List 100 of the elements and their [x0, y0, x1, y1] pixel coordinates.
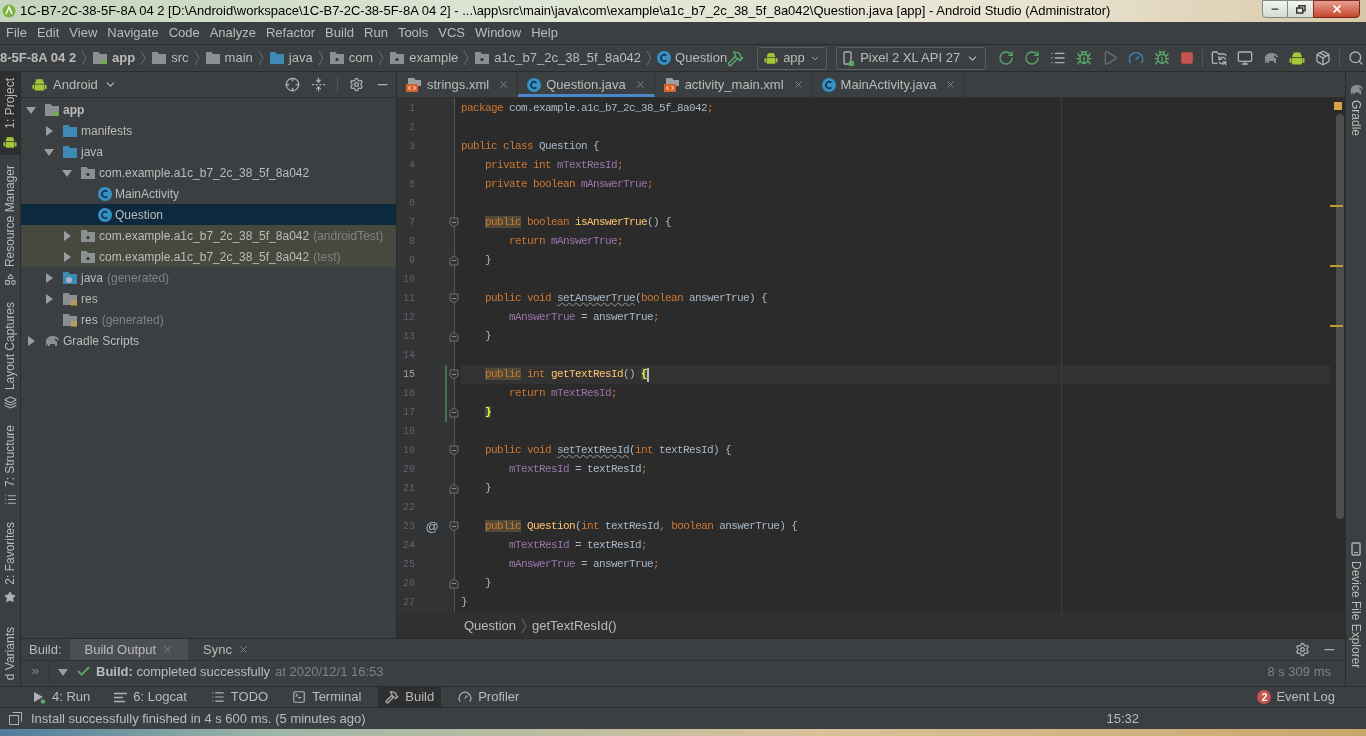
- collapsed-arrow-icon[interactable]: [62, 230, 72, 241]
- breadcrumb-item[interactable]: a1c_b7_2c_38_5f_8a042: [474, 48, 642, 68]
- gauge-icon[interactable]: [1128, 50, 1145, 66]
- stop-icon[interactable]: [1180, 51, 1195, 65]
- folder-sync-icon[interactable]: [1211, 50, 1228, 66]
- menu-item[interactable]: File: [1, 22, 32, 44]
- android-icon[interactable]: [1289, 50, 1306, 66]
- search-icon[interactable]: [1348, 50, 1365, 66]
- apply-changes-icon[interactable]: [1024, 50, 1041, 66]
- tree-item[interactable]: manifests: [21, 120, 396, 141]
- change-marker[interactable]: [445, 403, 447, 422]
- fold-end-icon[interactable]: [449, 578, 459, 589]
- tool-window-tab[interactable]: 1: Project: [0, 72, 20, 155]
- breadcrumb-item[interactable]: 8-5F-8A 04 2: [0, 48, 77, 68]
- crosshair-icon[interactable]: [285, 77, 300, 92]
- collapse-icon[interactable]: [311, 77, 326, 92]
- fold-start-icon[interactable]: [449, 445, 459, 456]
- close-icon[interactable]: [498, 79, 510, 90]
- menu-item[interactable]: VCS: [433, 22, 470, 44]
- tool-window-button[interactable]: 6: Logcat: [107, 687, 194, 707]
- menu-item[interactable]: Analyze: [204, 22, 261, 44]
- panel-tab[interactable]: Sync: [188, 639, 264, 660]
- device-dropdown[interactable]: Pixel 2 XL API 27: [836, 46, 987, 70]
- double-chevron-icon[interactable]: [29, 666, 41, 677]
- fold-start-icon[interactable]: [449, 369, 459, 380]
- collapsed-arrow-icon[interactable]: [62, 251, 72, 262]
- expanded-arrow-icon[interactable]: [62, 167, 72, 178]
- collapsed-arrow-icon[interactable]: [44, 272, 54, 283]
- expanded-arrow-icon[interactable]: [26, 104, 36, 115]
- change-marker[interactable]: [445, 365, 447, 384]
- tree-item[interactable]: java: [21, 141, 396, 162]
- menu-item[interactable]: Navigate: [102, 22, 164, 44]
- menu-item[interactable]: Run: [359, 22, 393, 44]
- elephant-icon[interactable]: [1263, 52, 1280, 64]
- panel-tab[interactable]: Build Output: [69, 639, 189, 660]
- close-icon[interactable]: [792, 79, 804, 90]
- maximize-button[interactable]: [1288, 0, 1313, 18]
- settings-icon[interactable]: [1295, 642, 1310, 657]
- breadcrumb-item[interactable]: Question: [464, 615, 517, 636]
- tool-window-tab[interactable]: Layout Captures: [0, 295, 20, 415]
- breadcrumb-item[interactable]: com: [328, 48, 374, 68]
- editor-tab[interactable]: strings.xml: [397, 72, 519, 97]
- tool-window-button[interactable]: Terminal: [285, 687, 369, 707]
- breadcrumb-item[interactable]: Question: [657, 48, 728, 68]
- fold-end-icon[interactable]: [449, 255, 459, 266]
- bug-icon[interactable]: [1076, 50, 1093, 66]
- menu-item[interactable]: Build: [320, 22, 359, 44]
- scrollbar-thumb[interactable]: [1336, 114, 1344, 519]
- tool-window-tab[interactable]: Resource Manager: [0, 158, 20, 292]
- tool-window-tab[interactable]: 7: Structure: [0, 418, 20, 512]
- package-icon[interactable]: [1315, 50, 1332, 66]
- menu-item[interactable]: Tools: [392, 22, 434, 44]
- tool-window-tab[interactable]: d Variants: [0, 620, 20, 686]
- collapsed-arrow-icon[interactable]: [44, 125, 54, 136]
- monitor-icon[interactable]: [1237, 50, 1254, 66]
- tree-item[interactable]: app: [21, 99, 396, 120]
- menu-item[interactable]: Window: [469, 22, 527, 44]
- tree-item[interactable]: res: [21, 288, 396, 309]
- tool-window-tab[interactable]: 2: Favorites: [0, 515, 20, 609]
- editor-tab[interactable]: MainActivity.java: [812, 72, 966, 97]
- menu-item[interactable]: Edit: [31, 22, 65, 44]
- fold-start-icon[interactable]: [449, 521, 459, 532]
- tree-item[interactable]: com.example.a1c_b7_2c_38_5f_8a042 (androidTest): [21, 225, 396, 246]
- fold-end-icon[interactable]: [449, 331, 459, 342]
- collapsed-arrow-icon[interactable]: [44, 293, 54, 304]
- breadcrumb-item[interactable]: src: [151, 48, 189, 68]
- change-marker[interactable]: [445, 384, 447, 403]
- fold-end-icon[interactable]: [449, 483, 459, 494]
- tree-item[interactable]: MainActivity: [21, 183, 396, 204]
- tool-window-button[interactable]: 4: Run: [26, 687, 98, 707]
- close-button[interactable]: [1313, 0, 1360, 18]
- rerun-icon[interactable]: [998, 50, 1015, 66]
- breadcrumb-item[interactable]: app: [92, 48, 136, 68]
- hammer-icon[interactable]: [727, 49, 745, 67]
- menu-item[interactable]: Code: [163, 22, 205, 44]
- settings-icon[interactable]: [349, 77, 364, 92]
- breadcrumb-item[interactable]: java: [268, 48, 313, 68]
- menu-item[interactable]: View: [64, 22, 103, 44]
- tool-window-button[interactable]: Profiler: [451, 687, 527, 707]
- menu-item[interactable]: Help: [526, 22, 563, 44]
- list-icon[interactable]: [1050, 50, 1067, 66]
- squares-icon[interactable]: [9, 712, 22, 725]
- expanded-arrow-icon[interactable]: [58, 666, 68, 677]
- breadcrumb-item[interactable]: getTextResId(): [532, 615, 617, 636]
- editor-tab[interactable]: activity_main.xml: [654, 72, 813, 97]
- caret-position[interactable]: 15:32: [1106, 708, 1139, 729]
- tree-item[interactable]: Gradle Scripts: [21, 330, 396, 351]
- tree-item[interactable]: Question: [21, 204, 396, 225]
- breadcrumb-item[interactable]: main: [204, 48, 253, 68]
- bug-icon[interactable]: [1154, 50, 1171, 66]
- close-icon[interactable]: [162, 644, 174, 655]
- close-icon[interactable]: [634, 79, 646, 90]
- tool-window-button[interactable]: Build: [378, 687, 442, 707]
- menu-item[interactable]: Refactor: [260, 22, 321, 44]
- tree-item[interactable]: java (generated): [21, 267, 396, 288]
- tool-window-button[interactable]: TODO: [203, 687, 276, 707]
- close-icon[interactable]: [945, 79, 957, 90]
- fold-start-icon[interactable]: [449, 217, 459, 228]
- event-log-button[interactable]: 2 Event Log: [1257, 687, 1335, 707]
- tool-window-tab[interactable]: Device File Explorer: [1346, 535, 1366, 674]
